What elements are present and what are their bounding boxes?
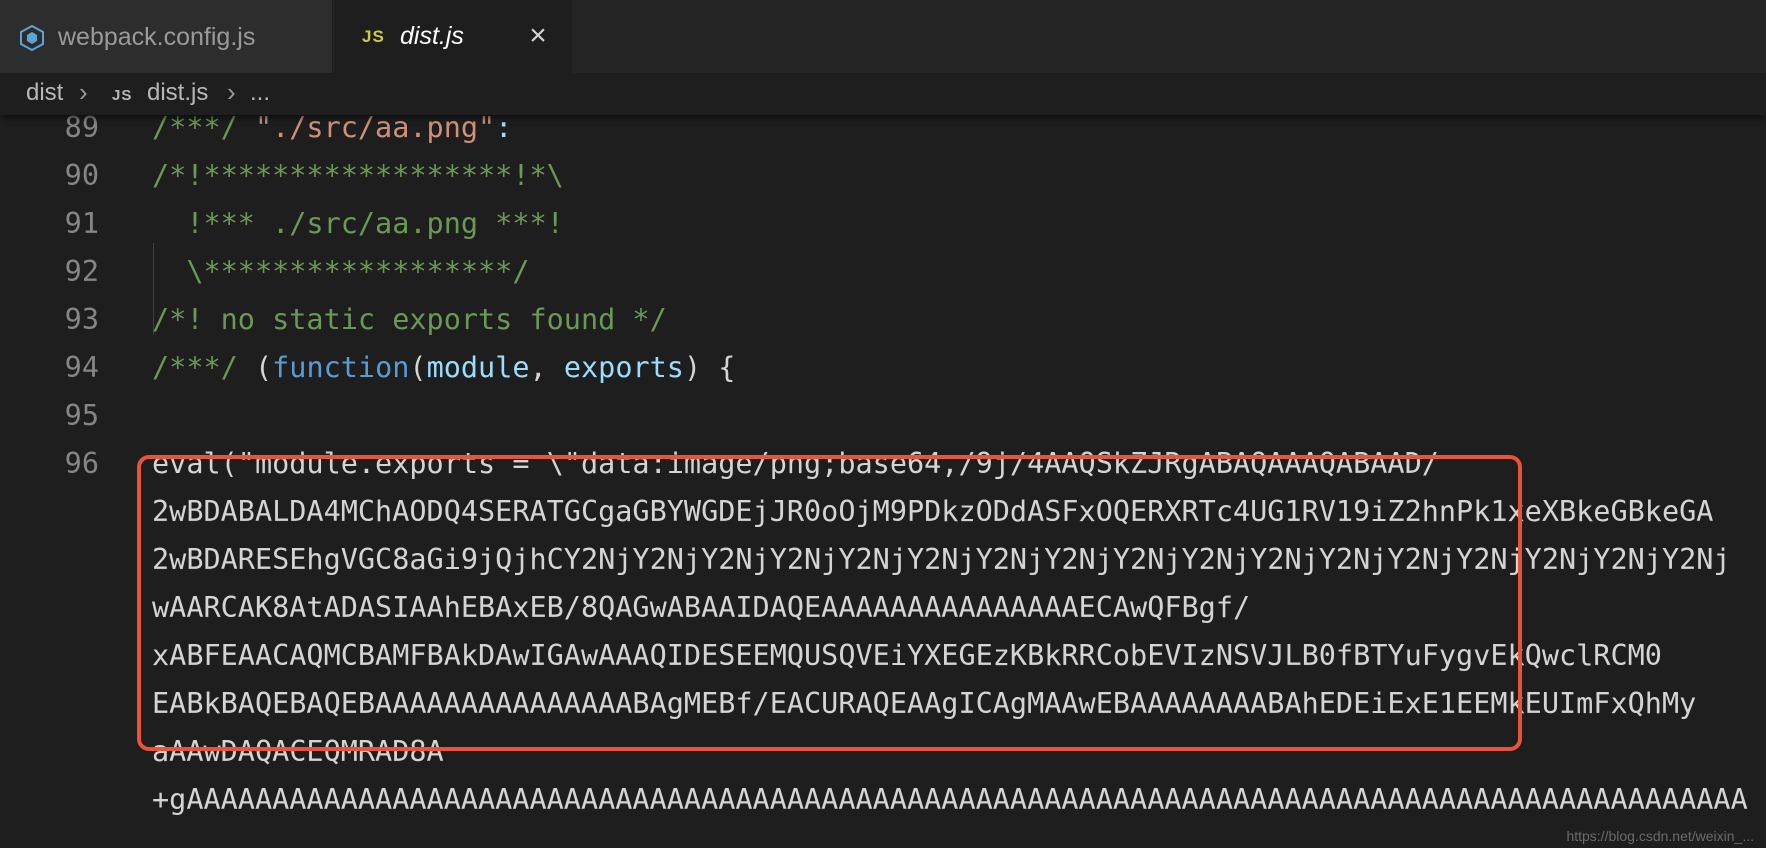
line-number: 89 — [64, 115, 99, 144]
code-token: !*** ./src/aa.png ***! — [152, 207, 564, 240]
line-number: 92 — [64, 255, 99, 288]
code-token: /***/ — [152, 351, 255, 384]
code-text: /*! no static exports found */ — [152, 303, 667, 336]
code-token: aAAwDAQACEQMRAD8A — [152, 735, 444, 768]
code-text: EABkBAQEBAQEBAAAAAAAAAAAAAAABAgMEBf/EACU… — [152, 687, 1696, 720]
line-number: 96 — [64, 447, 99, 480]
code-line[interactable]: aAAwDAQACEQMRAD8A — [0, 735, 1766, 783]
code-token: \******************/ — [152, 255, 530, 288]
code-token: wAARCAK8AtADASIAAhEBAxEB/8QAGwABAAIDAQEA… — [152, 591, 1251, 624]
tab-webpack-config[interactable]: webpack.config.js — [0, 0, 333, 73]
code-token: /*!******************!*\ — [152, 159, 564, 192]
code-token: ( — [254, 351, 273, 384]
code-token: 2wBDARESEhgVGC8aGi9jQjhCY2NjY2NjY2NjY2Nj… — [152, 543, 1731, 576]
code-token: /*! no static exports found */ — [152, 303, 667, 336]
tab-label: dist.js — [400, 22, 464, 50]
watermark: https://blog.csdn.net/weixin_... — [1566, 828, 1754, 844]
code-token: , — [529, 351, 564, 384]
breadcrumb-symbol[interactable]: ... — [250, 79, 270, 107]
code-line[interactable]: 2wBDABALDA4MChAODQ4SERATGCgaGBYWGDEjJR0o… — [0, 495, 1766, 543]
code-line[interactable]: 95 — [0, 399, 1766, 447]
code-text: /***/ "./src/aa.png": — [152, 115, 512, 144]
breadcrumb-folder[interactable]: dist — [26, 79, 63, 107]
line-number: 90 — [64, 159, 99, 192]
code-line[interactable]: EABkBAQEBAQEBAAAAAAAAAAAAAAABAgMEBf/EACU… — [0, 687, 1766, 735]
line-number: 93 — [64, 303, 99, 336]
tab-label: webpack.config.js — [58, 23, 256, 51]
code-line[interactable]: xABFEAACAQMCBAMFBAkDAwIGAwAAAQIDESEEMQUS… — [0, 639, 1766, 687]
code-text: /***/ (function(module, exports) { — [152, 351, 735, 384]
code-token: ) { — [683, 351, 736, 384]
tab-bar: webpack.config.js JS dist.js × — [0, 0, 1766, 73]
code-line[interactable]: 91 !*** ./src/aa.png ***! — [0, 207, 1766, 255]
js-icon: JS — [112, 87, 133, 104]
code-text: +gAAAAAAAAAAAAAAAAAAAAAAAAAAAAAAAAAAAAAA… — [152, 783, 1748, 816]
code-token: ( — [409, 351, 427, 384]
code-line[interactable]: 92 \******************/ — [0, 255, 1766, 303]
code-line[interactable]: 93 /*! no static exports found */ — [0, 303, 1766, 351]
code-token: eval("module.exports = \"data:image/png;… — [152, 447, 1439, 480]
code-text: wAARCAK8AtADASIAAhEBAxEB/8QAGwABAAIDAQEA… — [152, 591, 1250, 624]
code-token: 2wBDABALDA4MChAODQ4SERATGCgaGBYWGDEjJR0o… — [152, 495, 1714, 528]
code-token: +gAAAAAAAAAAAAAAAAAAAAAAAAAAAAAAAAAAAAAA… — [152, 783, 1748, 816]
line-number: 95 — [64, 399, 99, 432]
code-line[interactable]: 90 /*!******************!*\ — [0, 159, 1766, 207]
breadcrumb: dist › JS dist.js › ... — [0, 73, 1766, 115]
code-token: EABkBAQEBAQEBAAAAAAAAAAAAAAABAgMEBf/EACU… — [152, 687, 1697, 720]
code-token: : — [495, 115, 513, 144]
close-icon[interactable]: × — [526, 21, 550, 51]
code-line[interactable]: 89 /***/ "./src/aa.png": — [0, 115, 1766, 159]
code-token: module — [426, 351, 530, 384]
code-token: function — [272, 351, 410, 384]
code-token: /***/ — [152, 115, 255, 144]
code-text: 2wBDARESEhgVGC8aGi9jQjhCY2NjY2NjY2NjY2Nj… — [152, 543, 1731, 576]
code-token: xABFEAACAQMCBAMFBAkDAwIGAwAAAQIDESEEMQUS… — [152, 639, 1662, 672]
line-number: 91 — [64, 207, 99, 240]
js-icon: JS — [362, 27, 385, 46]
code-text: /*!******************!*\ — [152, 159, 564, 192]
tab-dist-js[interactable]: JS dist.js × — [334, 0, 572, 73]
webpack-icon — [20, 25, 44, 51]
chevron-right-icon: › — [227, 77, 236, 107]
code-line[interactable]: 94/***/ (function(module, exports) { — [0, 351, 1766, 399]
code-token: exports — [563, 351, 684, 384]
code-line[interactable]: +gAAAAAAAAAAAAAAAAAAAAAAAAAAAAAAAAAAAAAA… — [0, 783, 1766, 831]
code-line[interactable]: wAARCAK8AtADASIAAhEBAxEB/8QAGwABAAIDAQEA… — [0, 591, 1766, 639]
code-text: \******************/ — [152, 255, 530, 288]
code-text: xABFEAACAQMCBAMFBAkDAwIGAwAAAQIDESEEMQUS… — [152, 639, 1662, 672]
code-text: 2wBDABALDA4MChAODQ4SERATGCgaGBYWGDEjJR0o… — [152, 495, 1713, 528]
code-text: eval("module.exports = \"data:image/png;… — [152, 447, 1439, 480]
code-token: "./src/aa.png" — [254, 115, 496, 144]
code-text: !*** ./src/aa.png ***! — [152, 207, 564, 240]
code-line[interactable]: 96 eval("module.exports = \"data:image/pn… — [0, 447, 1766, 495]
code-line[interactable]: 2wBDARESEhgVGC8aGi9jQjhCY2NjY2NjY2NjY2Nj… — [0, 543, 1766, 591]
code-text: aAAwDAQACEQMRAD8A — [152, 735, 444, 768]
chevron-right-icon: › — [79, 77, 88, 107]
breadcrumb-file[interactable]: dist.js — [147, 79, 208, 107]
code-editor[interactable]: 89 /***/ "./src/aa.png": 90 /*!************… — [0, 115, 1766, 848]
line-number: 94 — [64, 351, 99, 384]
